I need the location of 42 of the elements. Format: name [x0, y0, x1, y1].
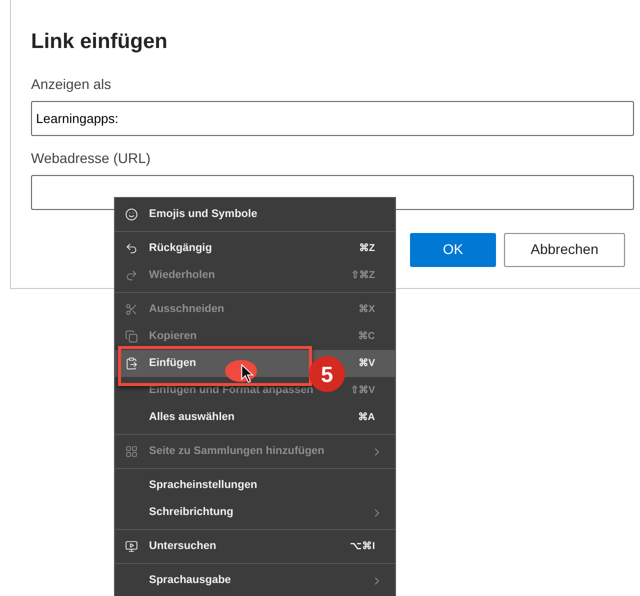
menu-label: Kopieren — [149, 329, 197, 344]
menu-label: Emojis und Symbole — [149, 207, 258, 222]
menu-label: Ausschneiden — [149, 302, 224, 318]
shortcut-label: ⌘A — [358, 411, 375, 425]
shortcut-label: ⌘Z — [358, 242, 375, 256]
menu-item[interactable]: Emojis und Symbole — [115, 201, 395, 228]
cancel-button[interactable]: Abbrechen — [504, 232, 625, 266]
field-label: Webadresse (URL) — [31, 148, 151, 168]
copy-icon — [125, 330, 138, 343]
input-field[interactable]: Learningapps: — [31, 100, 634, 136]
menu-label: Rückgängig — [149, 241, 212, 256]
menu-item[interactable]: Sprachausgabe — [115, 567, 395, 594]
collection-icon — [125, 445, 138, 458]
dialog-title: Link einfügen — [31, 29, 168, 55]
menu-item[interactable]: Untersuchen ⌥⌘I — [115, 533, 395, 560]
menu-label: Sprachausgabe — [149, 573, 231, 588]
scissors-icon — [125, 303, 138, 316]
menu-item[interactable]: Schreibrichtung — [115, 499, 395, 526]
menu-item[interactable]: Rückgängig ⌘Z — [115, 235, 395, 262]
menu-label: Schreibrichtung — [149, 505, 234, 520]
menu-label: Alles auswählen — [149, 410, 235, 426]
shortcut-label: ⌥⌘I — [350, 540, 375, 554]
shortcut-label: ⌘V — [358, 357, 375, 371]
field-label: Anzeigen als — [31, 74, 112, 94]
ok-button[interactable]: OK — [410, 232, 496, 266]
shortcut-label: ⇧⌘V — [350, 384, 375, 398]
menu-label: Wiederholen — [149, 268, 215, 284]
shortcut-label: ⇧⌘Z — [350, 269, 375, 283]
redo-icon — [125, 269, 138, 282]
menu-label: Seite zu Sammlungen hinzufügen — [149, 444, 324, 460]
menu-label: Spracheinstellungen — [149, 478, 258, 494]
menu-item[interactable]: Alles auswählen ⌘A — [115, 404, 395, 431]
shortcut-label: ⌘X — [358, 303, 375, 317]
inspect-icon — [125, 540, 138, 553]
menu-label: Untersuchen — [149, 539, 216, 554]
shortcut-label: ⌘C — [358, 330, 375, 344]
undo-icon — [125, 242, 138, 255]
clipboard-icon — [125, 357, 138, 370]
smiley-icon — [125, 208, 138, 221]
menu-label: Einfügen — [149, 356, 196, 372]
menu-item[interactable]: Spracheinstellungen — [115, 472, 395, 499]
cursor-icon — [241, 364, 254, 383]
